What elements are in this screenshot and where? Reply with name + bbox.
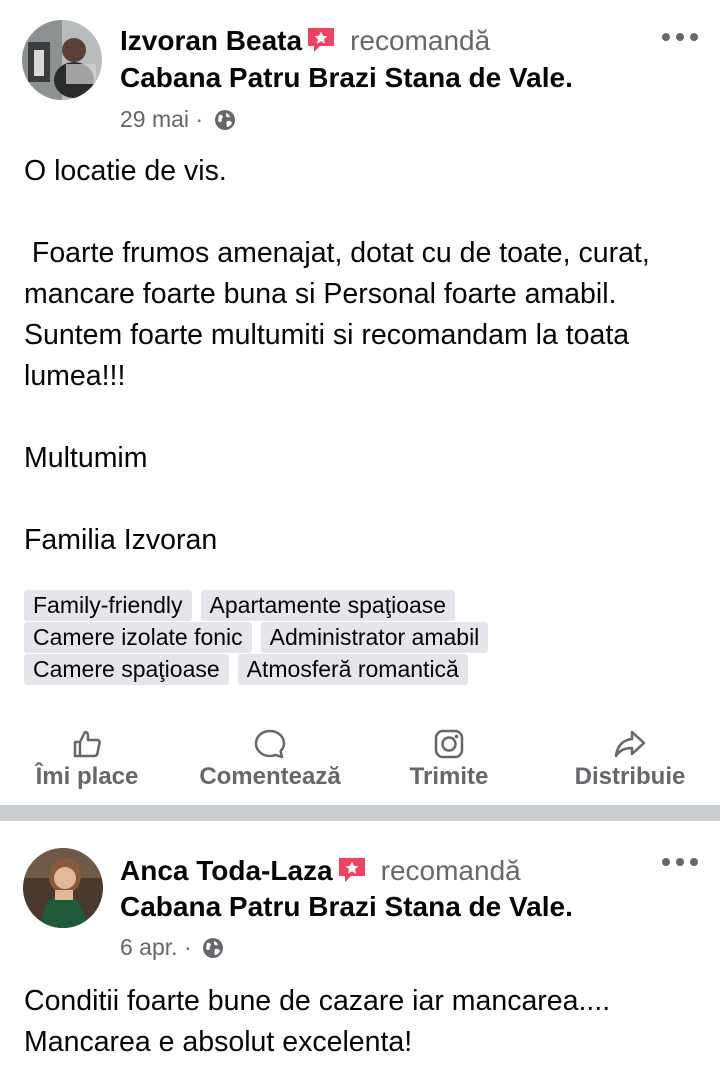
comment-bubble-icon [254,729,286,759]
recommendation-tags: Family-friendly Apartamente spaţioase Cam… [24,590,684,686]
share-label: Distribuie [574,763,686,790]
post-paragraph: Multumim [24,442,148,474]
more-options-icon[interactable] [660,854,700,870]
tag: Camere izolate fonic [24,622,252,653]
globe-icon [214,110,235,130]
tag: Apartamente spaţioase [200,590,456,621]
post-meta: 29 mai · [120,105,236,133]
post-paragraph [24,192,690,233]
tag: Family-friendly [24,590,192,621]
post-paragraph [24,479,690,520]
tag: Atmosferă romantică [237,654,468,685]
feed-divider [0,805,720,821]
comment-button[interactable]: Comentează [190,728,350,798]
post-actions: Îmi place Comentează Trimite Distribuie [0,728,720,798]
thumbs-up-icon [73,730,101,758]
post-date[interactable]: 6 apr. [120,934,178,960]
post-meta: 6 apr. · [120,933,224,961]
avatar[interactable] [22,20,102,100]
recommend-badge-icon [308,28,335,52]
comment-label: Comentează [199,763,341,790]
post-paragraph: Conditii foarte bune de cazare iar manca… [24,985,611,1058]
author-name[interactable]: Anca Toda-Laza [120,855,333,886]
share-arrow-icon [614,730,646,758]
header-line: Izvoran Beata recomandă [120,24,490,58]
share-button[interactable]: Distribuie [566,728,694,798]
like-button[interactable]: Îmi place [22,728,152,798]
review-post-1: Izvoran Beata recomandă Cabana Patru Braz… [0,0,720,805]
tag: Administrator amabil [260,622,489,653]
review-post-2: Anca Toda-Laza recomandă Cabana Patru Bra… [0,821,720,1080]
more-options-icon[interactable] [660,29,700,45]
page-name[interactable]: Cabana Patru Brazi Stana de Vale. [120,890,573,924]
send-label: Trimite [409,763,489,790]
post-paragraph: Foarte frumos amenajat, dotat cu de toat… [24,237,658,392]
tag: Camere spaţioase [24,654,229,685]
page-name[interactable]: Cabana Patru Brazi Stana de Vale. [120,61,573,95]
recommend-label: recomandă [380,855,521,886]
author-name[interactable]: Izvoran Beata [120,25,302,56]
post-body: O locatie de vis. Foarte frumos amenajat… [24,151,690,561]
recommend-badge-icon [338,858,365,882]
send-button[interactable]: Trimite [396,728,502,798]
globe-icon [203,938,223,958]
header-line: Anca Toda-Laza recomandă [120,854,521,888]
post-paragraph: Familia Izvoran [24,524,218,556]
post-body: Conditii foarte bune de cazare iar manca… [24,981,690,1063]
post-paragraph [24,397,690,438]
post-paragraph: O locatie de vis. [24,155,227,187]
avatar[interactable] [23,848,103,928]
like-label: Îmi place [35,763,139,790]
post-date[interactable]: 29 mai [120,106,189,132]
recommend-label: recomandă [350,25,491,56]
instagram-icon [434,729,464,759]
meta-separator: · [195,106,204,132]
meta-separator: · [183,934,192,960]
